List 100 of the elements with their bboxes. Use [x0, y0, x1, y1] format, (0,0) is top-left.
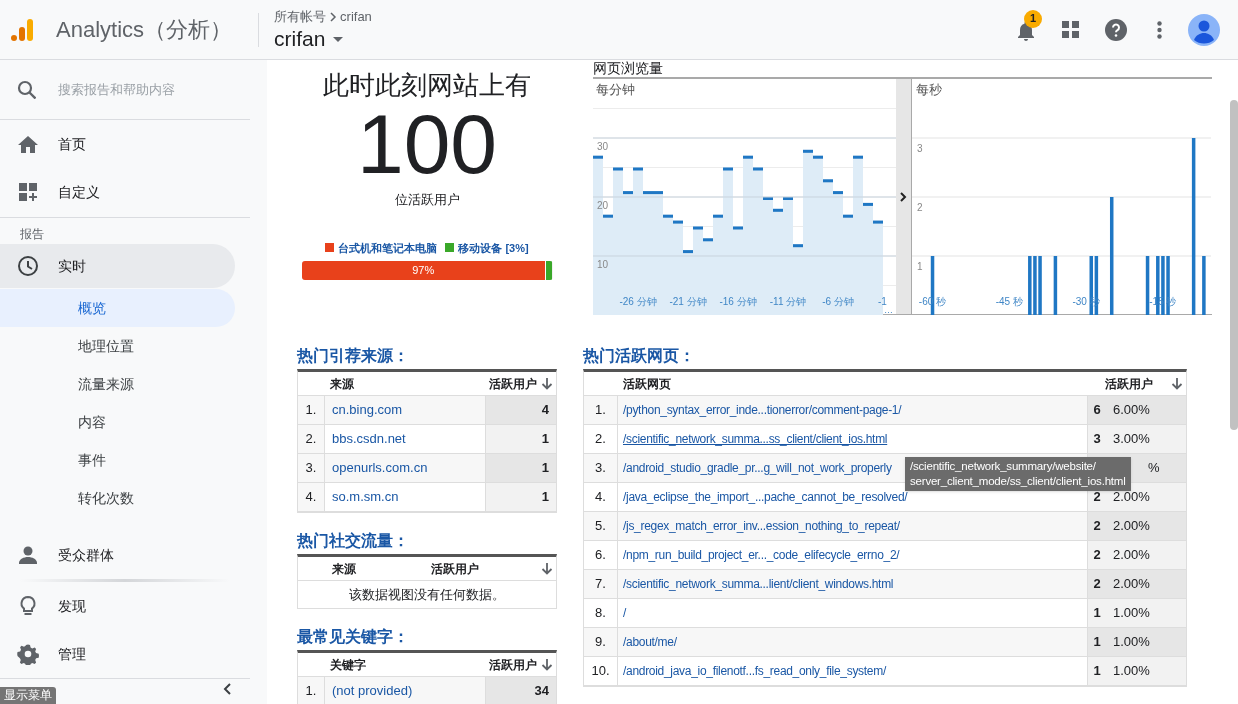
table-cell: 2: [1087, 512, 1106, 540]
column-header: 来源: [332, 560, 357, 578]
nav-item[interactable]: 实时: [0, 244, 235, 288]
chevron-right-icon: [900, 191, 907, 202]
x-tick-label: -1: [878, 296, 887, 307]
chart-label: 每秒: [916, 82, 942, 97]
sort-arrow-icon[interactable]: [541, 377, 553, 390]
page-link[interactable]: /: [623, 604, 627, 622]
table-cell: 4: [485, 396, 556, 424]
sort-arrow-icon[interactable]: [1171, 377, 1183, 390]
chart-title: 网页浏览量: [593, 60, 664, 77]
collapse-chevron-icon[interactable]: [223, 683, 232, 695]
help-icon[interactable]: [1105, 18, 1127, 41]
lightbulb-icon: [17, 595, 39, 617]
headline: 此时此刻网站上有: [323, 70, 531, 100]
caret-down-icon: [333, 36, 344, 42]
table-cell: 6.00%: [1106, 396, 1186, 424]
nav-subitem[interactable]: 转化次数: [0, 479, 235, 517]
rank-cell: 4.: [298, 483, 325, 511]
sort-arrow-icon[interactable]: [541, 562, 553, 575]
table-cell: 34: [485, 677, 556, 704]
x-tick-label: -21 分钟: [669, 296, 707, 307]
page-link[interactable]: /npm_run_build_project_er..._code_elifecycle_errno_2/: [623, 546, 900, 564]
rank-cell: 3.: [298, 454, 325, 482]
rank-cell: 9.: [584, 628, 618, 656]
table-cell: 1.00%: [1106, 628, 1186, 656]
analytics-logo-icon: [10, 16, 34, 43]
table-cell: 2.00%: [1106, 512, 1186, 540]
notification-badge: 1: [1024, 9, 1042, 28]
nav-item[interactable]: 受众群体: [0, 531, 235, 579]
bar: [1053, 256, 1058, 315]
breadcrumb-link[interactable]: 所有帐号: [274, 6, 327, 27]
table-cell: 1: [1087, 628, 1106, 656]
bar: [1145, 256, 1150, 315]
legend-label: 台式机和笔记本电脑: [338, 240, 438, 256]
person-icon: [17, 544, 39, 566]
rank-cell: 1.: [298, 677, 325, 704]
page-link[interactable]: /java_eclipse_the_import_...pache_cannot_be_resolved/: [623, 488, 908, 506]
rank-cell: 3.: [584, 454, 618, 482]
nav-item[interactable]: 管理: [0, 630, 235, 678]
breadcrumb-link[interactable]: crifan: [340, 6, 372, 27]
rank-cell: 2.: [298, 425, 325, 453]
nav-subitem[interactable]: 流量来源: [0, 365, 235, 403]
table-cell: 3: [1087, 425, 1106, 453]
column-header[interactable]: 活跃用户: [489, 655, 553, 674]
y-tick-label: 3: [917, 143, 923, 154]
search-field[interactable]: 搜索报告和帮助内容: [58, 79, 238, 100]
clock-icon: [17, 255, 39, 277]
table-cell: 1: [485, 425, 556, 453]
rank-cell: 1.: [584, 396, 618, 424]
nav-item[interactable]: 发现: [0, 582, 235, 630]
more-options-icon[interactable]: [1157, 20, 1162, 39]
nav-subitem[interactable]: 地理位置: [0, 327, 235, 365]
page-link[interactable]: /scientific_network_summa...ss_client/client_ios.html: [623, 430, 888, 448]
table-cell: 2.00%: [1106, 541, 1186, 569]
source-link[interactable]: openurls.com.cn: [325, 454, 485, 482]
scrollbar[interactable]: [1230, 100, 1238, 430]
y-tick-label: 1: [917, 261, 923, 272]
page-link[interactable]: /about/me/: [623, 633, 677, 651]
nav-subitem[interactable]: 事件: [0, 441, 235, 479]
x-tick-label: -16 分钟: [719, 296, 757, 307]
source-link[interactable]: (not provided): [325, 677, 485, 704]
bar-segment: 97%: [301, 261, 545, 280]
rank-cell: 5.: [584, 512, 618, 540]
column-header: 活跃用户: [431, 560, 480, 578]
bar: [1202, 256, 1206, 315]
count-label: 位活跃用户: [394, 191, 460, 209]
column-header[interactable]: 活跃用户: [489, 374, 553, 393]
nav-item[interactable]: 自定义: [0, 168, 235, 216]
property-selector[interactable]: crifan: [274, 26, 372, 53]
product-title: Analytics（分析）: [56, 16, 233, 44]
section-heading: 最常见关键字：: [297, 627, 410, 647]
section-heading: 热门活跃网页：: [583, 346, 696, 366]
nav-subitem[interactable]: 概览: [0, 289, 235, 327]
column-header: 活跃网页: [623, 375, 672, 393]
tooltip-label: 显示菜单: [0, 687, 56, 704]
chart-label: 每分钟: [596, 82, 635, 97]
y-tick-label: 20: [597, 200, 609, 211]
y-tick-label: 30: [597, 141, 609, 152]
x-tick-label: -11 分钟: [769, 296, 807, 307]
home-icon: [17, 133, 39, 155]
table-cell: 6: [1087, 396, 1106, 424]
avatar-icon[interactable]: [1188, 13, 1220, 46]
rank-cell: 7.: [584, 570, 618, 598]
table-cell: 2: [1087, 541, 1106, 569]
table-cell: 1.00%: [1106, 599, 1186, 627]
x-tick-label: -6 分钟: [822, 296, 854, 307]
table-cell: 1: [485, 454, 556, 482]
hover-tooltip: /scientific_network_summary/website/ server_client_mode/ss_client/client_ios.html: [905, 457, 1131, 491]
nav-item[interactable]: 首页: [0, 120, 235, 168]
search-icon: [17, 80, 36, 99]
sort-arrow-icon[interactable]: [541, 658, 553, 671]
nav-subitem[interactable]: 内容: [0, 403, 235, 441]
apps-grid-icon[interactable]: [1062, 21, 1079, 38]
legend-label: 移动设备 [3%]: [458, 240, 529, 256]
y-tick-label: 2: [917, 202, 923, 213]
page-link[interactable]: /android_java_io_filenotf...fs_read_only_file_system/: [623, 662, 886, 680]
active-user-count: 100: [356, 102, 498, 186]
table-cell: 1.00%: [1106, 657, 1186, 685]
source-link[interactable]: cn.bing.com: [325, 396, 485, 424]
